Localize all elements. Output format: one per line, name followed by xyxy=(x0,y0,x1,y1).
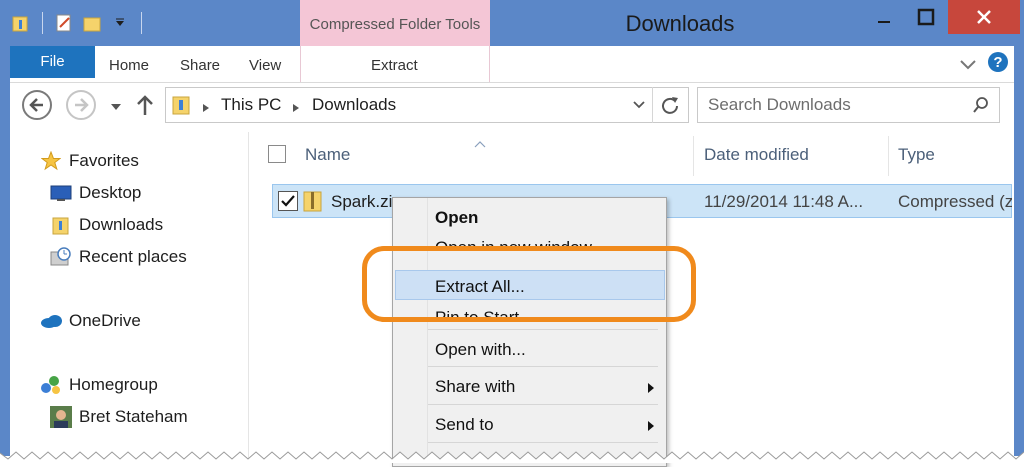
breadcrumb-chevron-icon[interactable] xyxy=(202,100,210,118)
menu-item-share-with[interactable]: Share with xyxy=(435,377,515,397)
submenu-arrow-icon xyxy=(647,419,655,437)
desktop-icon xyxy=(50,182,72,204)
maximize-icon xyxy=(917,8,935,26)
tab-home[interactable]: Home xyxy=(109,46,149,82)
window-border-left xyxy=(0,46,10,456)
breadcrumb-downloads[interactable]: Downloads xyxy=(312,95,396,115)
window-border-right xyxy=(1014,46,1024,456)
close-button[interactable] xyxy=(948,0,1020,34)
avatar xyxy=(50,406,72,428)
menu-gutter-line xyxy=(427,198,428,463)
tab-extract[interactable]: Extract xyxy=(371,46,418,82)
address-dropdown-icon[interactable] xyxy=(632,98,646,116)
downloads-folder-icon xyxy=(171,94,193,121)
row-checkbox[interactable] xyxy=(278,191,298,211)
sort-ascending-icon xyxy=(474,135,486,153)
breadcrumb-chevron-icon[interactable] xyxy=(292,100,300,118)
checkmark-icon xyxy=(281,195,295,207)
context-tab-group-label: Compressed Folder Tools xyxy=(309,16,481,33)
forward-button[interactable] xyxy=(66,90,96,120)
recent-locations-icon[interactable] xyxy=(110,99,122,117)
toolbar-separator xyxy=(42,12,43,34)
zip-folder-icon xyxy=(302,189,324,218)
menu-separator xyxy=(428,329,658,330)
nav-recent-places-label: Recent places xyxy=(79,247,187,266)
recent-places-icon xyxy=(50,246,72,268)
file-date: 11/29/2014 11:48 A... xyxy=(704,192,864,211)
nav-onedrive[interactable]: OneDrive xyxy=(40,307,141,335)
nav-downloads[interactable]: Downloads xyxy=(50,211,163,239)
refresh-icon[interactable] xyxy=(660,95,680,120)
column-header-name[interactable]: Name xyxy=(305,145,350,165)
file-name: Spark.zi xyxy=(331,192,393,211)
back-button[interactable] xyxy=(22,90,52,120)
nav-favorites[interactable]: Favorites xyxy=(40,147,139,175)
breadcrumb-this-pc[interactable]: This PC xyxy=(221,95,281,115)
expand-ribbon-icon[interactable] xyxy=(958,54,978,74)
file-type: Compressed (z xyxy=(898,192,1012,211)
tab-share[interactable]: Share xyxy=(180,46,220,82)
nav-desktop-label: Desktop xyxy=(79,183,142,202)
properties-icon[interactable] xyxy=(53,12,75,34)
search-input[interactable]: Search Downloads xyxy=(697,87,1000,123)
nav-homegroup-label: Homegroup xyxy=(69,375,158,394)
new-folder-icon[interactable] xyxy=(81,12,103,34)
nav-downloads-label: Downloads xyxy=(79,215,164,234)
toolbar-separator xyxy=(141,12,142,34)
nav-recent-places[interactable]: Recent places xyxy=(50,243,187,271)
nav-onedrive-label: OneDrive xyxy=(69,311,141,330)
column-separator[interactable] xyxy=(888,136,889,176)
menu-item-open[interactable]: Open xyxy=(435,208,478,228)
menu-separator xyxy=(428,366,658,367)
downloads-folder-icon xyxy=(50,214,72,236)
star-icon xyxy=(40,150,62,172)
svg-text:?: ? xyxy=(993,54,1002,71)
menu-item-open-with[interactable]: Open with... xyxy=(435,340,526,360)
up-arrow-icon[interactable] xyxy=(135,93,155,122)
menu-item-send-to[interactable]: Send to xyxy=(435,415,494,435)
quick-access-toolbar xyxy=(10,8,146,38)
arrow-right-icon xyxy=(75,98,89,112)
column-separator[interactable] xyxy=(693,136,694,176)
menu-separator xyxy=(428,442,658,443)
address-divider xyxy=(652,87,653,123)
ribbon-tab-bar xyxy=(0,46,1024,83)
select-all-checkbox[interactable] xyxy=(268,145,286,163)
column-header-type[interactable]: Type xyxy=(898,145,935,165)
search-icon xyxy=(972,96,990,119)
cloud-icon xyxy=(40,310,62,332)
window-title: Downloads xyxy=(625,11,735,36)
column-header-date[interactable]: Date modified xyxy=(704,145,809,165)
nav-desktop[interactable]: Desktop xyxy=(50,179,141,207)
submenu-arrow-icon xyxy=(647,381,655,399)
arrow-left-icon xyxy=(29,98,43,112)
tab-view[interactable]: View xyxy=(249,46,281,82)
torn-edge xyxy=(0,451,1024,463)
close-icon xyxy=(977,10,991,24)
help-icon[interactable]: ? xyxy=(987,51,1009,73)
menu-separator xyxy=(428,404,658,405)
tab-file[interactable]: File xyxy=(10,46,95,78)
maximize-button[interactable] xyxy=(904,0,948,34)
nav-user-label: Bret Stateham xyxy=(79,407,188,426)
minimize-button[interactable] xyxy=(860,0,908,34)
homegroup-icon xyxy=(40,374,62,396)
nav-user[interactable]: Bret Stateham xyxy=(50,403,188,431)
folder-icon[interactable] xyxy=(10,12,32,34)
customize-dropdown-icon[interactable] xyxy=(109,12,131,34)
highlight-callout xyxy=(362,246,696,322)
minimize-icon xyxy=(878,21,890,23)
nav-favorites-label: Favorites xyxy=(69,151,139,170)
nav-homegroup[interactable]: Homegroup xyxy=(40,371,158,399)
